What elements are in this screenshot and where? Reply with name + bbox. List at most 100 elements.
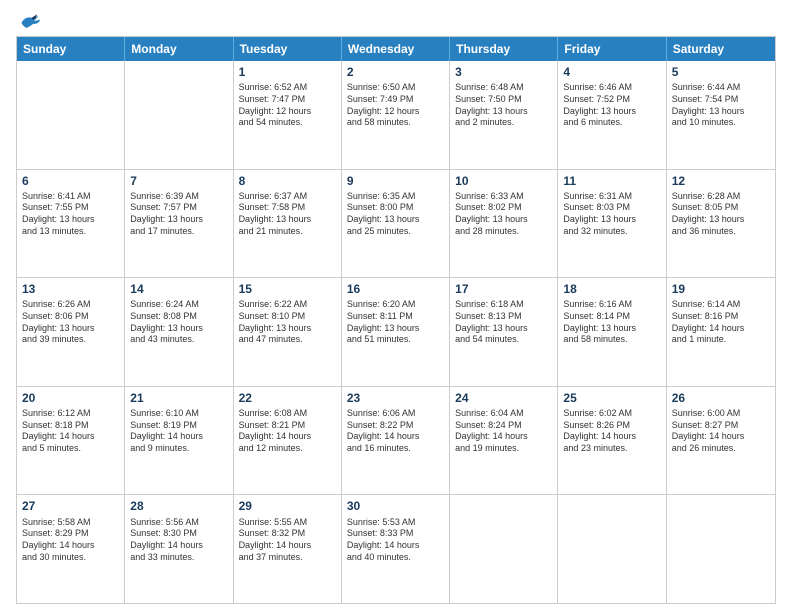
- day-info: Sunrise: 5:58 AMSunset: 8:29 PMDaylight:…: [22, 517, 119, 564]
- day-number: 30: [347, 498, 444, 514]
- calendar-cell: 6 Sunrise: 6:41 AMSunset: 7:55 PMDaylight…: [17, 170, 125, 278]
- day-info: Sunrise: 6:41 AMSunset: 7:55 PMDaylight:…: [22, 191, 119, 238]
- day-info: Sunrise: 6:33 AMSunset: 8:02 PMDaylight:…: [455, 191, 552, 238]
- calendar-cell: 12 Sunrise: 6:28 AMSunset: 8:05 PMDayligh…: [667, 170, 775, 278]
- calendar-cell: 16 Sunrise: 6:20 AMSunset: 8:11 PMDayligh…: [342, 278, 450, 386]
- calendar-cell: 5Sunrise: 6:44 AMSunset: 7:54 PMDaylight…: [667, 61, 775, 169]
- logo: [16, 12, 42, 32]
- day-info: Sunrise: 5:53 AMSunset: 8:33 PMDaylight:…: [347, 517, 444, 564]
- day-info: Sunrise: 6:18 AMSunset: 8:13 PMDaylight:…: [455, 299, 552, 346]
- day-info: Sunrise: 6:28 AMSunset: 8:05 PMDaylight:…: [672, 191, 770, 238]
- day-info: Sunrise: 6:26 AMSunset: 8:06 PMDaylight:…: [22, 299, 119, 346]
- day-number: 17: [455, 281, 552, 297]
- day-number: 16: [347, 281, 444, 297]
- day-info: Sunrise: 6:35 AMSunset: 8:00 PMDaylight:…: [347, 191, 444, 238]
- weekday-header-monday: Monday: [125, 37, 233, 61]
- day-number: 9: [347, 173, 444, 189]
- day-info: Sunrise: 6:24 AMSunset: 8:08 PMDaylight:…: [130, 299, 227, 346]
- calendar-cell: 7 Sunrise: 6:39 AMSunset: 7:57 PMDaylight…: [125, 170, 233, 278]
- day-info: Sunrise: 5:56 AMSunset: 8:30 PMDaylight:…: [130, 517, 227, 564]
- calendar-cell: 15 Sunrise: 6:22 AMSunset: 8:10 PMDayligh…: [234, 278, 342, 386]
- header: [16, 12, 776, 32]
- calendar-cell: 14 Sunrise: 6:24 AMSunset: 8:08 PMDayligh…: [125, 278, 233, 386]
- day-number: 15: [239, 281, 336, 297]
- calendar-cell: 2 Sunrise: 6:50 AMSunset: 7:49 PMDaylight…: [342, 61, 450, 169]
- calendar-cell: 1 Sunrise: 6:52 AMSunset: 7:47 PMDaylight…: [234, 61, 342, 169]
- calendar-row-2: 13 Sunrise: 6:26 AMSunset: 8:06 PMDayligh…: [17, 277, 775, 386]
- calendar-cell: 22 Sunrise: 6:08 AMSunset: 8:21 PMDayligh…: [234, 387, 342, 495]
- day-number: 13: [22, 281, 119, 297]
- day-number: 29: [239, 498, 336, 514]
- day-number: 28: [130, 498, 227, 514]
- day-number: 5: [672, 64, 770, 80]
- day-number: 3: [455, 64, 552, 80]
- calendar-cell: [17, 61, 125, 169]
- day-number: 22: [239, 390, 336, 406]
- calendar-header: SundayMondayTuesdayWednesdayThursdayFrid…: [17, 37, 775, 61]
- day-info: Sunrise: 6:48 AMSunset: 7:50 PMDaylight:…: [455, 82, 552, 129]
- calendar-cell: 8 Sunrise: 6:37 AMSunset: 7:58 PMDaylight…: [234, 170, 342, 278]
- weekday-header-friday: Friday: [558, 37, 666, 61]
- day-number: 2: [347, 64, 444, 80]
- calendar-cell: 29 Sunrise: 5:55 AMSunset: 8:32 PMDayligh…: [234, 495, 342, 603]
- weekday-header-wednesday: Wednesday: [342, 37, 450, 61]
- day-info: Sunrise: 6:31 AMSunset: 8:03 PMDaylight:…: [563, 191, 660, 238]
- day-number: 12: [672, 173, 770, 189]
- day-number: 21: [130, 390, 227, 406]
- day-info: Sunrise: 6:37 AMSunset: 7:58 PMDaylight:…: [239, 191, 336, 238]
- day-info: Sunrise: 6:50 AMSunset: 7:49 PMDaylight:…: [347, 82, 444, 129]
- calendar-cell: 13 Sunrise: 6:26 AMSunset: 8:06 PMDayligh…: [17, 278, 125, 386]
- day-number: 6: [22, 173, 119, 189]
- day-info: Sunrise: 6:20 AMSunset: 8:11 PMDaylight:…: [347, 299, 444, 346]
- calendar-cell: 17 Sunrise: 6:18 AMSunset: 8:13 PMDayligh…: [450, 278, 558, 386]
- calendar-cell: [667, 495, 775, 603]
- day-number: 8: [239, 173, 336, 189]
- day-number: 1: [239, 64, 336, 80]
- day-info: Sunrise: 6:52 AMSunset: 7:47 PMDaylight:…: [239, 82, 336, 129]
- day-info: Sunrise: 6:22 AMSunset: 8:10 PMDaylight:…: [239, 299, 336, 346]
- day-number: 4: [563, 64, 660, 80]
- day-info: Sunrise: 5:55 AMSunset: 8:32 PMDaylight:…: [239, 517, 336, 564]
- day-number: 14: [130, 281, 227, 297]
- day-info: Sunrise: 6:14 AMSunset: 8:16 PMDaylight:…: [672, 299, 770, 346]
- calendar-row-0: 1 Sunrise: 6:52 AMSunset: 7:47 PMDaylight…: [17, 61, 775, 169]
- day-number: 10: [455, 173, 552, 189]
- logo-bird-icon: [18, 12, 42, 32]
- day-info: Sunrise: 6:00 AMSunset: 8:27 PMDaylight:…: [672, 408, 770, 455]
- calendar-cell: 30 Sunrise: 5:53 AMSunset: 8:33 PMDayligh…: [342, 495, 450, 603]
- day-info: Sunrise: 6:10 AMSunset: 8:19 PMDaylight:…: [130, 408, 227, 455]
- calendar-body: 1 Sunrise: 6:52 AMSunset: 7:47 PMDaylight…: [17, 61, 775, 603]
- calendar-cell: 20 Sunrise: 6:12 AMSunset: 8:18 PMDayligh…: [17, 387, 125, 495]
- calendar-cell: 10 Sunrise: 6:33 AMSunset: 8:02 PMDayligh…: [450, 170, 558, 278]
- calendar-row-3: 20 Sunrise: 6:12 AMSunset: 8:18 PMDayligh…: [17, 386, 775, 495]
- calendar-cell: 4 Sunrise: 6:46 AMSunset: 7:52 PMDaylight…: [558, 61, 666, 169]
- calendar-cell: 9 Sunrise: 6:35 AMSunset: 8:00 PMDaylight…: [342, 170, 450, 278]
- day-number: 20: [22, 390, 119, 406]
- weekday-header-sunday: Sunday: [17, 37, 125, 61]
- day-number: 7: [130, 173, 227, 189]
- calendar-row-1: 6 Sunrise: 6:41 AMSunset: 7:55 PMDaylight…: [17, 169, 775, 278]
- day-number: 26: [672, 390, 770, 406]
- day-info: Sunrise: 6:06 AMSunset: 8:22 PMDaylight:…: [347, 408, 444, 455]
- calendar-cell: 23Sunrise: 6:06 AMSunset: 8:22 PMDayligh…: [342, 387, 450, 495]
- day-info: Sunrise: 6:12 AMSunset: 8:18 PMDaylight:…: [22, 408, 119, 455]
- day-number: 24: [455, 390, 552, 406]
- day-info: Sunrise: 6:02 AMSunset: 8:26 PMDaylight:…: [563, 408, 660, 455]
- weekday-header-thursday: Thursday: [450, 37, 558, 61]
- calendar: SundayMondayTuesdayWednesdayThursdayFrid…: [16, 36, 776, 604]
- calendar-cell: 26 Sunrise: 6:00 AMSunset: 8:27 PMDayligh…: [667, 387, 775, 495]
- day-number: 18: [563, 281, 660, 297]
- calendar-cell: [558, 495, 666, 603]
- day-info: Sunrise: 6:39 AMSunset: 7:57 PMDaylight:…: [130, 191, 227, 238]
- day-number: 25: [563, 390, 660, 406]
- calendar-cell: 27Sunrise: 5:58 AMSunset: 8:29 PMDayligh…: [17, 495, 125, 603]
- calendar-cell: 25 Sunrise: 6:02 AMSunset: 8:26 PMDayligh…: [558, 387, 666, 495]
- day-info: Sunrise: 6:08 AMSunset: 8:21 PMDaylight:…: [239, 408, 336, 455]
- calendar-cell: 11Sunrise: 6:31 AMSunset: 8:03 PMDayligh…: [558, 170, 666, 278]
- day-info: Sunrise: 6:46 AMSunset: 7:52 PMDaylight:…: [563, 82, 660, 129]
- calendar-cell: 18 Sunrise: 6:16 AMSunset: 8:14 PMDayligh…: [558, 278, 666, 386]
- day-info: Sunrise: 6:16 AMSunset: 8:14 PMDaylight:…: [563, 299, 660, 346]
- day-number: 19: [672, 281, 770, 297]
- calendar-cell: 28 Sunrise: 5:56 AMSunset: 8:30 PMDayligh…: [125, 495, 233, 603]
- calendar-cell: 19 Sunrise: 6:14 AMSunset: 8:16 PMDayligh…: [667, 278, 775, 386]
